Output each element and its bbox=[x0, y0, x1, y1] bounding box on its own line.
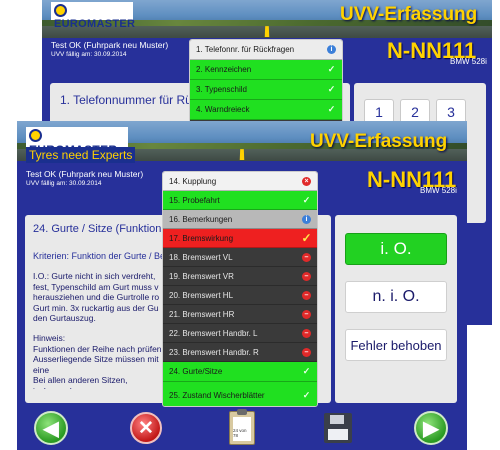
app-title: UVV-Erfassung bbox=[310, 131, 448, 152]
io-button[interactable]: i. O. bbox=[345, 233, 447, 265]
brand-name: EUROMASTER bbox=[54, 18, 136, 30]
check-icon: ✓ bbox=[302, 389, 311, 400]
check-icon: ✓ bbox=[301, 230, 312, 245]
dropdown-item[interactable]: 4. Warndreieck ✓ bbox=[190, 100, 342, 120]
question-dropdown[interactable]: 14. Kupplung × 15. Probefahrt ✓ 16. Beme… bbox=[162, 171, 318, 407]
info-icon: i bbox=[302, 214, 311, 224]
due-line: UVV fällig am: 30.09.2014 bbox=[26, 180, 102, 187]
forward-button[interactable]: ▶ bbox=[412, 409, 450, 447]
dropdown-item[interactable]: 20. Bremswert HL – bbox=[163, 286, 317, 305]
dropdown-item[interactable]: 23. Bremswert Handbr. R – bbox=[163, 343, 317, 362]
info-icon: i bbox=[327, 45, 336, 54]
dropdown-item[interactable]: 1. Telefonnr. für Rückfragen i bbox=[190, 40, 342, 60]
cancel-x-icon: ✕ bbox=[130, 412, 162, 444]
dropdown-item[interactable]: 19. Bremswert VR – bbox=[163, 267, 317, 286]
dropdown-item[interactable]: 22. Bremswert Handbr. L – bbox=[163, 324, 317, 343]
floppy-disk-icon bbox=[324, 413, 352, 443]
check-icon: ✓ bbox=[302, 366, 311, 376]
dropdown-item[interactable]: 21. Bremswert HR – bbox=[163, 305, 317, 324]
back-screen-lower-strip bbox=[466, 230, 492, 325]
right-arrow-icon: ▶ bbox=[414, 411, 448, 445]
question-title: 24. Gurte / Sitze (Funktion bbox=[33, 223, 162, 235]
save-button[interactable] bbox=[319, 409, 357, 447]
dropdown-item[interactable]: 2. Kennzeichen ✓ bbox=[190, 60, 342, 80]
test-line: Test OK (Fuhrpark neu Muster) bbox=[26, 169, 144, 179]
io-criteria-text: I.O.: Gurte nicht in sich verdreht, fest… bbox=[33, 271, 160, 323]
minus-error-icon: – bbox=[302, 347, 311, 357]
front-screen: EUROMASTER Tyres need Experts UVV-Erfass… bbox=[17, 121, 467, 450]
clipboard-progress: 24 von 78 bbox=[233, 428, 247, 438]
hint-text: Hinweis: Funktionen der Reihe nach prüfe… bbox=[33, 333, 164, 389]
due-line: UVV fällig am: 30.09.2014 bbox=[51, 51, 127, 58]
euromaster-logo: EUROMASTER bbox=[26, 127, 128, 157]
app-title: UVV-Erfassung bbox=[340, 4, 478, 25]
minus-error-icon: – bbox=[302, 271, 311, 281]
dropdown-item[interactable]: 3. Typenschild ✓ bbox=[190, 80, 342, 100]
test-line: Test OK (Fuhrpark neu Muster) bbox=[51, 40, 169, 50]
dropdown-item[interactable]: 14. Kupplung × bbox=[163, 172, 317, 191]
car-model: BMW 528i bbox=[450, 57, 487, 66]
cancel-button[interactable]: ✕ bbox=[127, 409, 165, 447]
back-question-dropdown[interactable]: 1. Telefonnr. für Rückfragen i 2. Kennze… bbox=[189, 39, 343, 124]
nio-button[interactable]: n. i. O. bbox=[345, 281, 447, 313]
minus-error-icon: – bbox=[302, 290, 311, 300]
car-model: BMW 528i bbox=[420, 186, 457, 195]
euromaster-logo: EUROMASTER bbox=[51, 2, 135, 30]
fehler-behoben-button[interactable]: Fehler behoben bbox=[345, 329, 447, 361]
dropdown-item[interactable]: 24. Gurte/Sitze ✓ bbox=[163, 362, 317, 382]
check-icon: ✓ bbox=[327, 64, 336, 74]
check-icon: ✓ bbox=[327, 104, 336, 114]
error-x-icon: × bbox=[302, 176, 311, 186]
brand-tagline: Tyres need Experts bbox=[26, 147, 136, 163]
answer-panel: i. O. n. i. O. Fehler behoben bbox=[335, 215, 457, 403]
dropdown-item[interactable]: 25. Zustand Wischerblätter ✓ bbox=[163, 382, 317, 406]
minus-error-icon: – bbox=[302, 309, 311, 319]
dropdown-item[interactable]: 17. Bremswirkung ✓ bbox=[163, 229, 317, 248]
clipboard-button[interactable]: 24 von 78 bbox=[223, 409, 261, 447]
back-button[interactable]: ◀ bbox=[32, 409, 70, 447]
minus-error-icon: – bbox=[302, 252, 311, 262]
clipboard-icon: 24 von 78 bbox=[229, 409, 255, 445]
minus-error-icon: – bbox=[302, 328, 311, 338]
dropdown-item[interactable]: 15. Probefahrt ✓ bbox=[163, 191, 317, 210]
left-arrow-icon: ◀ bbox=[34, 411, 68, 445]
dropdown-item[interactable]: 16. Bemerkungen i bbox=[163, 210, 317, 229]
dropdown-item[interactable]: 18. Bremswert VL – bbox=[163, 248, 317, 267]
criteria-text: Kriterien: Funktion der Gurte / Be bbox=[33, 251, 166, 261]
check-icon: ✓ bbox=[302, 194, 311, 205]
check-icon: ✓ bbox=[327, 84, 336, 94]
